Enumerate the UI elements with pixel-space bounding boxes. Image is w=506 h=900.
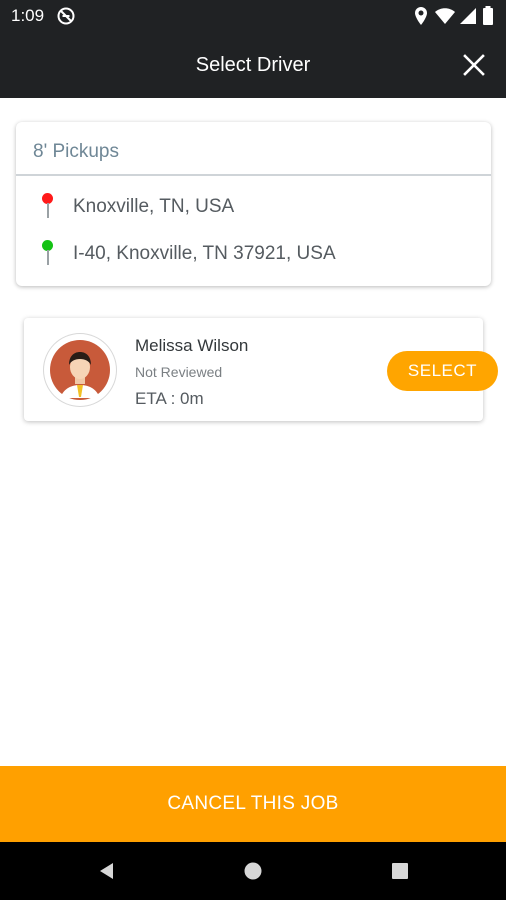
cancel-job-button[interactable]: CANCEL THIS JOB <box>0 766 506 842</box>
back-button[interactable] <box>95 860 117 882</box>
green-pin-icon <box>40 239 56 269</box>
home-button[interactable] <box>242 860 264 882</box>
page-title: Select Driver <box>195 54 311 76</box>
close-button[interactable] <box>458 49 490 81</box>
battery-icon <box>483 6 493 25</box>
driver-avatar-icon <box>50 340 110 400</box>
pin-stem <box>47 203 49 218</box>
wifi-icon <box>435 8 455 24</box>
pickup-address: Knoxville, TN, USA <box>73 196 235 217</box>
driver-eta: ETA : 0m <box>135 389 204 408</box>
driver-name: Melissa Wilson <box>135 336 249 355</box>
location-icon <box>415 7 427 25</box>
cellular-signal-icon <box>460 8 476 24</box>
route-divider <box>16 174 491 176</box>
vehicle-type: 8' Pickups <box>33 141 120 162</box>
recents-button[interactable] <box>389 860 411 882</box>
home-icon <box>244 862 262 880</box>
dropoff-row: I-40, Knoxville, TN 37921, USA <box>36 239 476 269</box>
avatar <box>44 334 116 406</box>
app-bar: Select Driver <box>0 32 506 98</box>
back-icon <box>100 863 113 879</box>
navigation-bar <box>0 842 506 900</box>
recents-icon <box>392 863 408 879</box>
status-bar: 1:09 <box>0 0 506 32</box>
pickup-row: Knoxville, TN, USA <box>36 192 476 222</box>
select-driver-button[interactable]: SELECT <box>387 351 498 391</box>
review-status: Not Reviewed <box>135 364 223 380</box>
close-icon <box>463 54 485 76</box>
pin-stem <box>47 250 49 265</box>
dropoff-address: I-40, Knoxville, TN 37921, USA <box>73 243 336 264</box>
route-card: 8' Pickups Knoxville, TN, USA I-40, Knox… <box>16 122 491 286</box>
content-area: 8' Pickups Knoxville, TN, USA I-40, Knox… <box>0 98 506 766</box>
do-not-disturb-icon <box>57 7 75 25</box>
status-time: 1:09 <box>11 6 45 25</box>
red-pin-icon <box>40 192 56 222</box>
